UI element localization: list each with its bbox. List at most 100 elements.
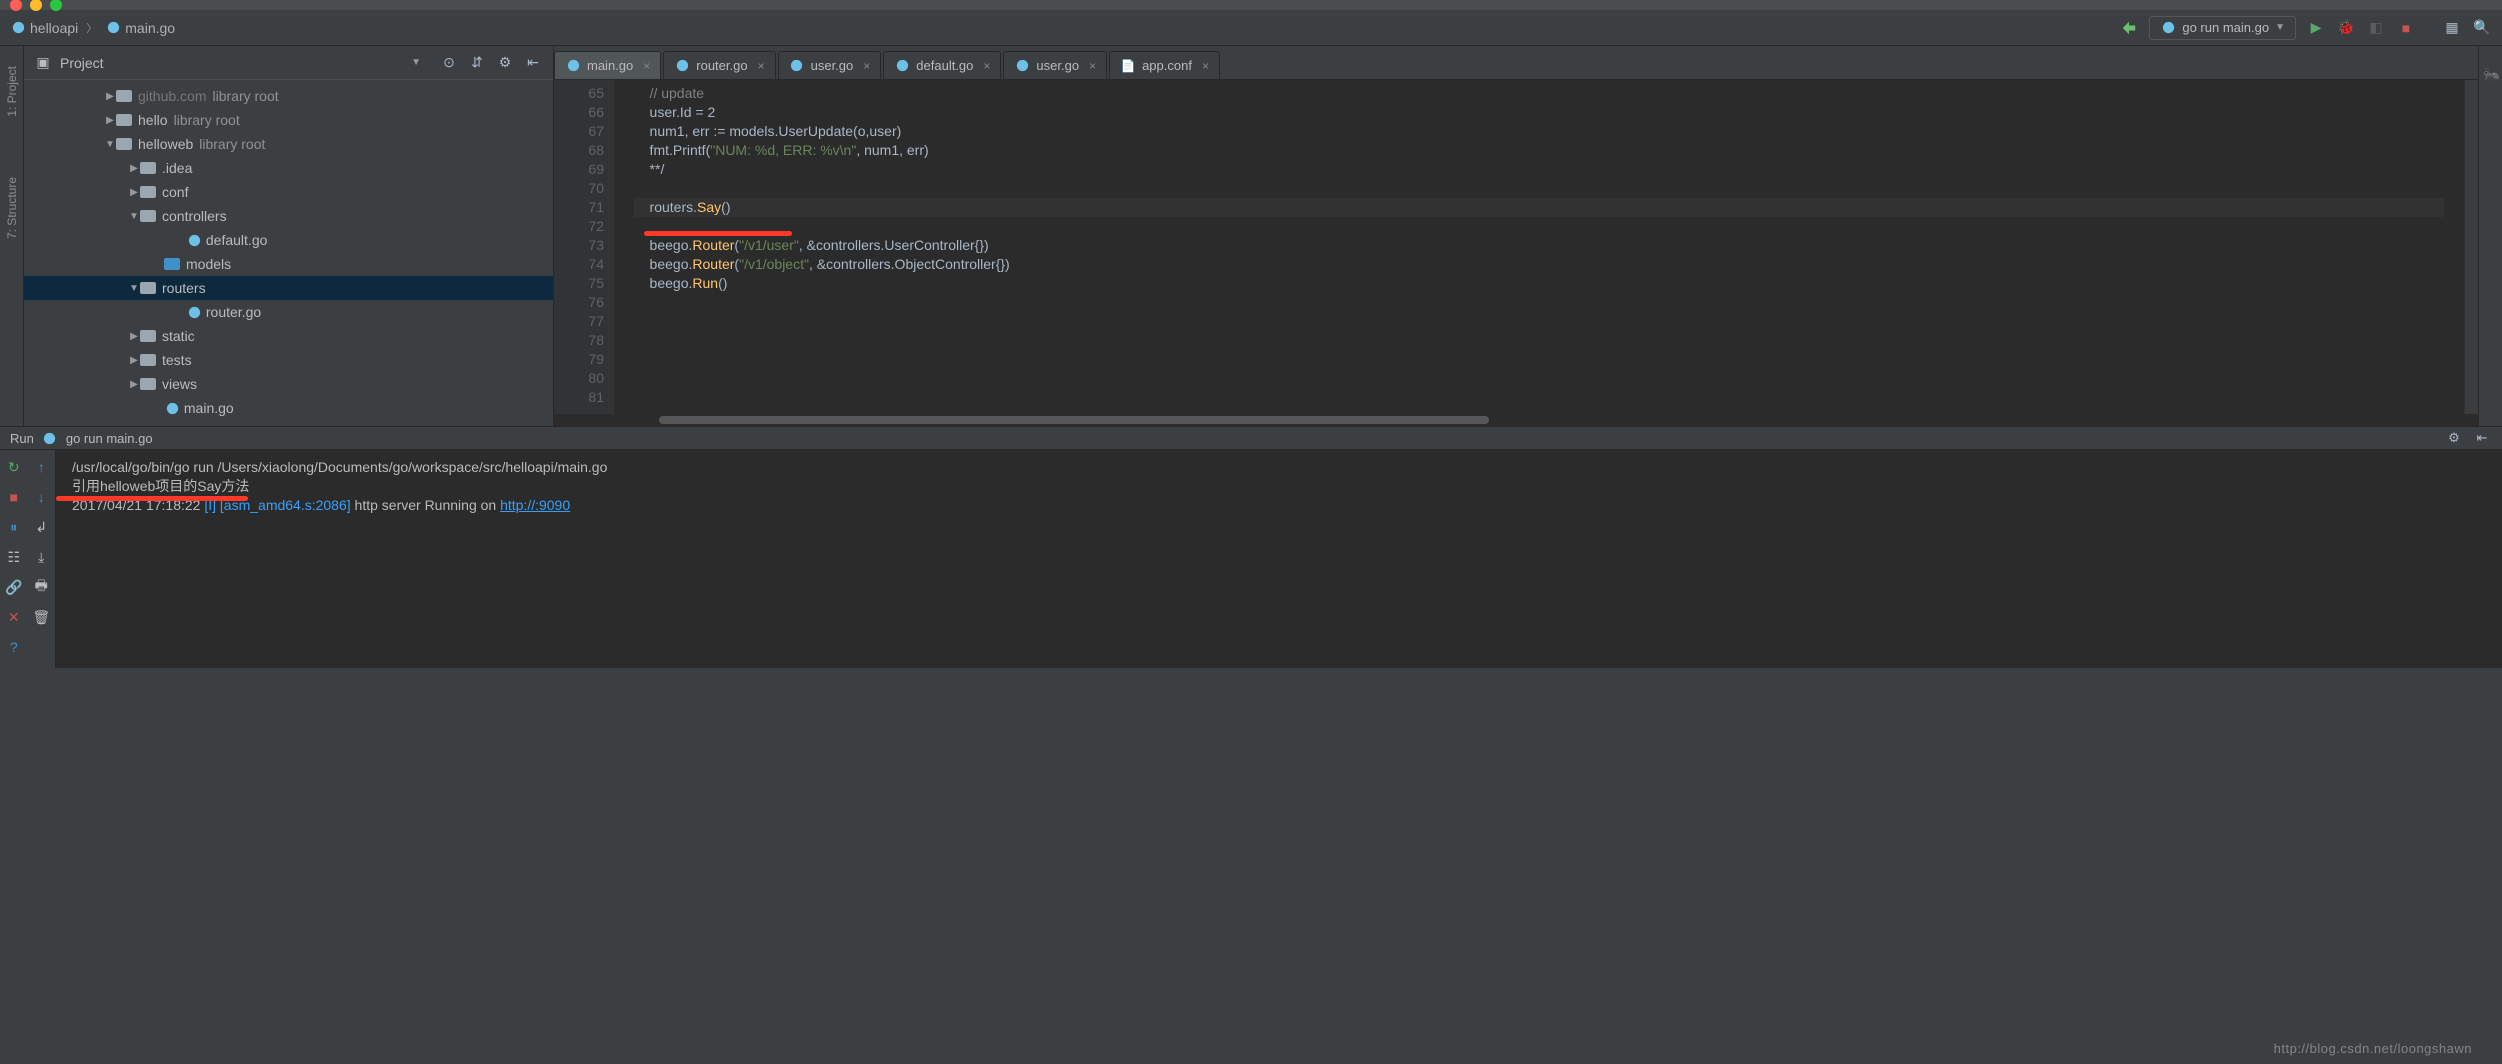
breadcrumb-file-label: main.go: [125, 20, 175, 36]
stop-console-button[interactable]: ■: [5, 488, 23, 506]
collapse-all-icon[interactable]: ⇵: [467, 53, 487, 73]
tree-label: default.go: [206, 232, 268, 248]
tree-node[interactable]: ▼helloweblibrary root: [24, 132, 553, 156]
tree-node[interactable]: ▶tests: [24, 348, 553, 372]
folder-icon: [140, 354, 156, 366]
tree-node[interactable]: ▼ routers: [24, 276, 553, 300]
error-stripe[interactable]: [2464, 80, 2478, 414]
run-config-selector[interactable]: go run main.go ▼: [2149, 16, 2296, 40]
editor-gutter: 6566676869707172737475767778798081: [554, 80, 614, 414]
code-editor[interactable]: // update user.Id = 2 num1, err := model…: [614, 80, 2464, 414]
tree-arrow[interactable]: ▼: [128, 283, 140, 294]
tree-node[interactable]: models: [24, 252, 553, 276]
navigation-bar: helloapi 〉 main.go go run main.go ▼ ▶ 🐞 …: [0, 10, 2502, 46]
editor-tab[interactable]: user.go×: [778, 51, 882, 79]
close-tab-icon[interactable]: ×: [863, 59, 870, 73]
scroll-to-end-icon[interactable]: ⤓: [32, 548, 50, 566]
stop-button[interactable]: ■: [2396, 18, 2416, 38]
tab-label: router.go: [696, 58, 747, 73]
editor-area: main.go×router.go×user.go×default.go×use…: [554, 46, 2478, 426]
breadcrumb-file[interactable]: main.go: [105, 20, 175, 36]
tree-label: main.go: [184, 400, 234, 416]
hide-run-panel-icon[interactable]: ⇤: [2472, 428, 2492, 448]
exit-icon[interactable]: ✕: [5, 608, 23, 626]
editor-tab[interactable]: main.go ×: [554, 51, 661, 79]
close-tab-icon[interactable]: ×: [643, 59, 650, 73]
editor-tab[interactable]: router.go ×: [663, 51, 775, 79]
print-icon[interactable]: 🖶: [32, 578, 50, 596]
dump-threads-icon[interactable]: ☷: [5, 548, 23, 566]
breadcrumb: helloapi 〉 main.go: [10, 20, 2119, 36]
tree-arrow[interactable]: ▶: [104, 115, 116, 126]
watermark-text: http://blog.csdn.net/loongshawn: [2274, 1041, 2472, 1056]
horizontal-scrollbar[interactable]: [554, 414, 2478, 426]
tree-node[interactable]: ▶ static: [24, 324, 553, 348]
layout-icon[interactable]: ▦: [2442, 18, 2462, 38]
folder-icon: [116, 138, 132, 150]
editor-tab[interactable]: 📄app.conf×: [1109, 51, 1220, 79]
update-project-icon[interactable]: [2119, 18, 2139, 38]
scroll-from-source-icon[interactable]: ⊙: [439, 53, 459, 73]
tree-node[interactable]: ▶hellolibrary root: [24, 108, 553, 132]
coverage-button[interactable]: ◧: [2366, 18, 2386, 38]
tree-arrow[interactable]: ▼: [104, 139, 116, 150]
conf-file-icon: 📄: [1120, 58, 1136, 74]
tree-label: static: [162, 328, 195, 344]
tree-node[interactable]: ▶github.comlibrary root: [24, 84, 553, 108]
server-url-link[interactable]: http://:9090: [500, 497, 570, 513]
down-stack-icon[interactable]: ↓: [32, 488, 50, 506]
tree-node[interactable]: ▶views: [24, 372, 553, 396]
run-button[interactable]: ▶: [2306, 18, 2326, 38]
run-tool-header: Run go run main.go ⚙ ⇤: [0, 426, 2502, 450]
tree-node[interactable]: default.go: [24, 228, 553, 252]
folder-icon: [116, 114, 132, 126]
close-tab-icon[interactable]: ×: [983, 59, 990, 73]
tree-node[interactable]: main.go: [24, 396, 553, 420]
tree-arrow[interactable]: ▶: [128, 187, 140, 198]
up-stack-icon[interactable]: ↑: [32, 458, 50, 476]
tree-node[interactable]: ▶.idea: [24, 156, 553, 180]
close-tab-icon[interactable]: ×: [1202, 59, 1209, 73]
ant-build-tool-icon[interactable]: 🐜: [2483, 66, 2499, 82]
hide-panel-icon[interactable]: ⇤: [523, 53, 543, 73]
rerun-button[interactable]: ↻: [5, 458, 23, 476]
structure-tool-tab[interactable]: 7: Structure: [5, 177, 19, 239]
project-panel-title: Project: [60, 55, 104, 71]
search-icon[interactable]: 🔍: [2472, 18, 2492, 38]
pause-button[interactable]: ⏸: [5, 518, 23, 536]
attach-debugger-icon[interactable]: 🔗: [5, 578, 23, 596]
project-tool-tab[interactable]: 1: Project: [5, 66, 19, 117]
tree-node[interactable]: ▼controllers: [24, 204, 553, 228]
tree-node[interactable]: router.go: [24, 300, 553, 324]
breadcrumb-project[interactable]: helloapi: [10, 20, 78, 36]
editor-tab[interactable]: default.go×: [883, 51, 1001, 79]
debug-button[interactable]: 🐞: [2336, 18, 2356, 38]
tree-label: routers: [162, 280, 206, 296]
editor-body: 6566676869707172737475767778798081 // up…: [554, 80, 2478, 414]
go-file-icon: [894, 58, 910, 74]
tree-arrow[interactable]: ▶: [128, 355, 140, 366]
tree-arrow[interactable]: ▶: [128, 379, 140, 390]
console-output[interactable]: /usr/local/go/bin/go run /Users/xiaolong…: [56, 450, 2502, 668]
editor-tab[interactable]: user.go×: [1003, 51, 1107, 79]
go-file-icon: [186, 232, 202, 248]
scrollbar-thumb[interactable]: [659, 416, 1489, 424]
close-tab-icon[interactable]: ×: [1089, 59, 1096, 73]
project-view-icon[interactable]: ▣: [34, 54, 52, 72]
help-icon[interactable]: ?: [5, 638, 23, 656]
settings-icon[interactable]: ⚙: [495, 53, 515, 73]
project-tree[interactable]: ▶github.comlibrary root▶hellolibrary roo…: [24, 80, 553, 426]
tree-label: hello: [138, 112, 168, 128]
run-settings-icon[interactable]: ⚙: [2444, 428, 2464, 448]
tree-node[interactable]: ▶conf: [24, 180, 553, 204]
close-tab-icon[interactable]: ×: [758, 59, 765, 73]
tree-arrow[interactable]: ▶: [104, 91, 116, 102]
tree-arrow[interactable]: ▶: [128, 331, 140, 342]
soft-wrap-icon[interactable]: ↲: [32, 518, 50, 536]
tree-arrow[interactable]: ▼: [128, 211, 140, 222]
chevron-down-icon[interactable]: ▼: [411, 57, 421, 68]
run-config-label: go run main.go: [2182, 20, 2269, 35]
tree-arrow[interactable]: ▶: [128, 163, 140, 174]
clear-all-icon[interactable]: 🗑: [32, 608, 50, 626]
tab-label: main.go: [587, 58, 633, 73]
